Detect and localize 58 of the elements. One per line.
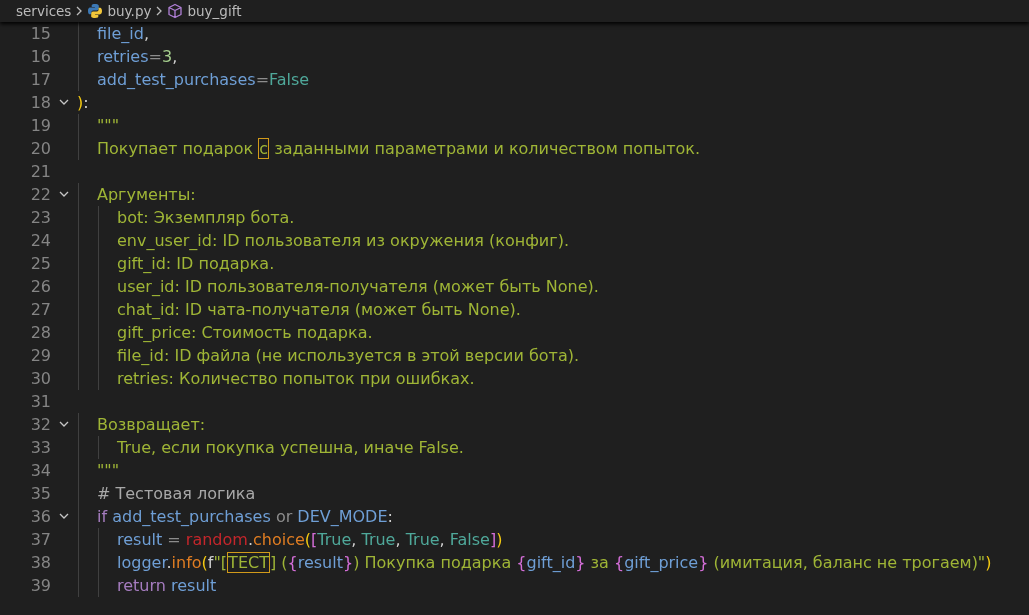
line-number: 31 bbox=[29, 392, 51, 411]
chevron-down-icon[interactable] bbox=[59, 513, 69, 520]
code-line: gift_id: ID подарка. bbox=[117, 254, 275, 273]
line-number: 38 bbox=[29, 553, 51, 572]
code-line: return result bbox=[117, 576, 217, 595]
line-number: 18 bbox=[29, 93, 51, 112]
breadcrumb-item[interactable]: buy_gift bbox=[187, 3, 242, 19]
breadcrumb-item[interactable]: buy.py bbox=[107, 3, 152, 19]
line-number: 16 bbox=[29, 47, 51, 66]
line-number: 24 bbox=[29, 231, 51, 250]
line-number: 19 bbox=[29, 116, 51, 135]
line-number: 28 bbox=[29, 323, 51, 342]
line-number: 17 bbox=[29, 70, 51, 89]
line-number: 30 bbox=[29, 369, 51, 388]
line-number: 36 bbox=[29, 507, 51, 526]
line-number: 35 bbox=[29, 484, 51, 503]
line-number: 23 bbox=[29, 208, 51, 227]
code-line: file_id, bbox=[97, 24, 150, 43]
code-line: """ bbox=[97, 116, 120, 135]
line-number: 15 bbox=[29, 24, 51, 43]
line-number: 39 bbox=[29, 576, 51, 595]
code-line: retries: Количество попыток при ошибках. bbox=[117, 369, 475, 388]
code-line: file_id: ID файла (не используется в этой версии бота). bbox=[117, 346, 580, 365]
code-line: bot: Экземпляр бота. bbox=[117, 208, 295, 227]
code-line: if add_test_purchases or DEV_MODE: bbox=[97, 507, 393, 526]
code-line: env_user_id: ID пользователя из окружения (конфиг). bbox=[117, 231, 569, 250]
breadcrumb-item[interactable]: services bbox=[16, 3, 72, 19]
line-number: 29 bbox=[29, 346, 51, 365]
line-number: 20 bbox=[29, 139, 51, 158]
code-line: logger.info(f"[ТЕСТ] ({result}) Покупка подарка {gift_id} за {gift_price} (имитация, баланс не трогаем)") bbox=[117, 553, 992, 572]
line-number: 21 bbox=[29, 162, 51, 181]
code-comment: # Тестовая логика bbox=[97, 484, 256, 503]
code-line: ): bbox=[77, 93, 89, 112]
chevron-down-icon[interactable] bbox=[59, 421, 69, 428]
code-line: Аргументы: bbox=[97, 185, 196, 204]
chevron-down-icon[interactable] bbox=[59, 99, 69, 106]
chevron-down-icon[interactable] bbox=[59, 191, 69, 198]
code-line: Возвращает: bbox=[97, 415, 206, 434]
line-number: 37 bbox=[29, 530, 51, 549]
line-number: 34 bbox=[29, 461, 51, 480]
python-logo-icon bbox=[87, 3, 104, 19]
code-line: add_test_purchases=False bbox=[97, 70, 310, 89]
code-line: retries=3, bbox=[97, 47, 178, 66]
line-number: 33 bbox=[29, 438, 51, 457]
code-line: gift_price: Стоимость подарка. bbox=[117, 323, 373, 342]
line-number: 25 bbox=[29, 254, 51, 273]
code-line: """ bbox=[97, 461, 120, 480]
code-line: chat_id: ID чата-получателя (может быть None). bbox=[117, 300, 521, 319]
line-number: 22 bbox=[29, 185, 51, 204]
code-line: True, если покупка успешна, иначе False. bbox=[117, 438, 464, 457]
code-line: result = random.choice([True, True, True, False]) bbox=[117, 530, 503, 549]
line-number: 32 bbox=[29, 415, 51, 434]
cube-icon bbox=[167, 3, 184, 19]
code-line: Покупает подарок с заданными параметрами и количеством попыток. bbox=[97, 139, 700, 158]
line-number: 27 bbox=[29, 300, 51, 319]
line-number: 26 bbox=[29, 277, 51, 296]
code-line: user_id: ID пользователя-получателя (может быть None). bbox=[117, 277, 599, 296]
indent-guide bbox=[98, 436, 99, 459]
